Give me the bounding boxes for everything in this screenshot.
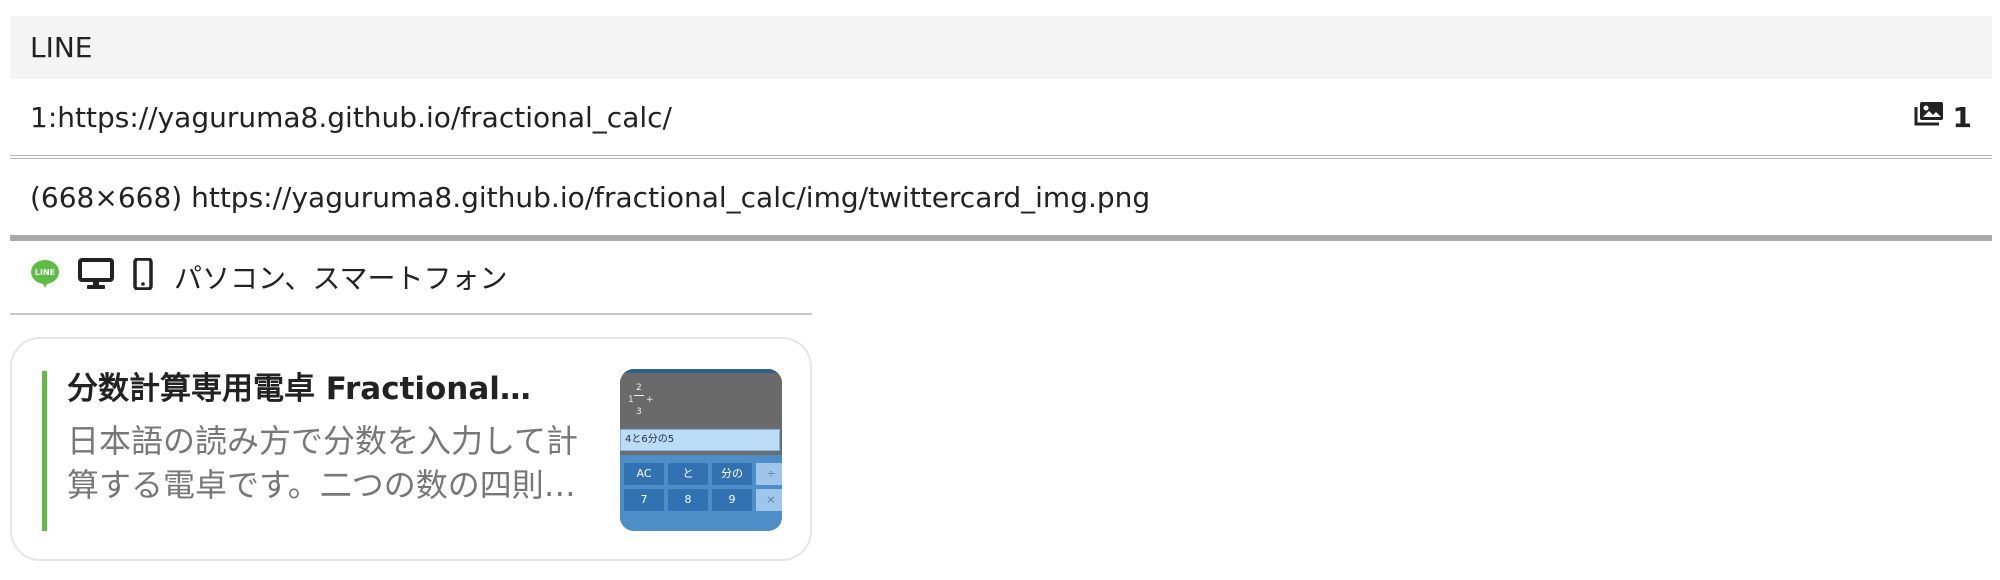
thumb-key-side: × (756, 489, 782, 511)
section-title: LINE (30, 31, 93, 64)
link-preview-card[interactable]: 分数計算専用電卓 Fractional… 日本語の読み方で分数を入力して計算する… (10, 337, 812, 561)
thumb-key: 8 (668, 489, 708, 511)
url-row: 1:https://yaguruma8.github.io/fractional… (10, 79, 1992, 159)
card-title: 分数計算専用電卓 Fractional… (67, 371, 531, 407)
thumb-numerator: 2 (636, 383, 642, 393)
thumb-key: AC (624, 463, 664, 485)
thumb-key: 7 (624, 489, 664, 511)
thumb-keypad: AC と 分の ÷ 7 8 9 × (620, 455, 782, 531)
thumb-denominator: 3 (636, 407, 642, 417)
image-info[interactable]: (668×668) https://yaguruma8.github.io/fr… (30, 181, 1150, 214)
desktop-icon (78, 257, 114, 297)
image-count: 1 (1952, 100, 1972, 134)
card-description: 日本語の読み方で分数を入力して計算する電卓です。二つの数の四則… (67, 422, 579, 504)
card-accent-bar (42, 371, 47, 531)
images-icon (1913, 100, 1945, 135)
thumb-input: 4と6分の5 (620, 429, 780, 451)
card-thumbnail: 1 2 3 + 4と6分の5 AC と 分の ÷ 7 8 9 × (620, 369, 782, 531)
section-header: LINE (10, 16, 1992, 79)
thumb-whole: 1 (628, 395, 634, 405)
svg-text:LINE: LINE (35, 268, 55, 277)
page-url[interactable]: 1:https://yaguruma8.github.io/fractional… (30, 101, 672, 134)
platform-row: LINE パソコン、スマートフォン (10, 241, 812, 315)
thumb-key: と (668, 463, 708, 485)
thumb-operator: + (646, 395, 654, 405)
image-count-badge: 1 (1913, 100, 1972, 135)
thumb-key: 9 (712, 489, 752, 511)
share-preview-panel: LINE 1:https://yaguruma8.github.io/fract… (10, 16, 1992, 561)
thumb-key: 分の (712, 463, 752, 485)
thumb-key-side: ÷ (756, 463, 782, 485)
smartphone-icon (132, 256, 154, 297)
platform-label: パソコン、スマートフォン (174, 262, 508, 295)
image-row: (668×668) https://yaguruma8.github.io/fr… (10, 159, 1992, 241)
card-text: 分数計算専用電卓 Fractional… 日本語の読み方で分数を入力して計算する… (67, 369, 587, 507)
thumb-display: 1 2 3 + (620, 369, 782, 427)
line-icon: LINE (30, 259, 60, 296)
